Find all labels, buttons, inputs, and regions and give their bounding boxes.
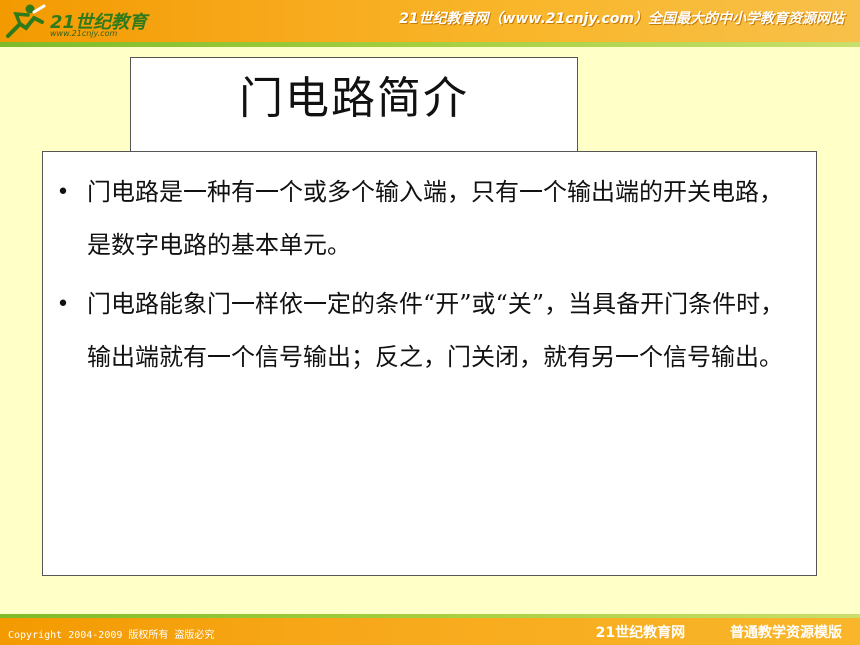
- copyright-text: Copyright 2004-2009 版权所有 盗版必究: [8, 630, 215, 641]
- bullet-list: • 门电路是一种有一个或多个输入端，只有一个输出端的开关电路，是数字电路的基本单…: [43, 166, 816, 390]
- title-box: 门电路简介: [130, 57, 578, 153]
- bullet-dot-icon: •: [56, 292, 70, 317]
- footer-template-name: 普通教学资源模版: [730, 625, 842, 641]
- running-figure-icon: [6, 4, 46, 38]
- bullet-dot-icon: •: [56, 180, 70, 205]
- list-item: • 门电路能象门一样依一定的条件“开”或“关”，当具备开门条件时，输出端就有一个…: [43, 278, 816, 384]
- header-stripe: [0, 42, 860, 47]
- footer-bar: Copyright 2004-2009 版权所有 盗版必究 21世纪教育网 普通…: [0, 618, 860, 645]
- header-bar: 21世纪教育 www.21cnjy.com 21世纪教育网（www.21cnjy…: [0, 0, 860, 42]
- list-item: • 门电路是一种有一个或多个输入端，只有一个输出端的开关电路，是数字电路的基本单…: [43, 166, 816, 272]
- content-box: • 门电路是一种有一个或多个输入端，只有一个输出端的开关电路，是数字电路的基本单…: [42, 151, 817, 576]
- site-logo[interactable]: 21世纪教育 www.21cnjy.com: [4, 2, 147, 42]
- header-slogan: 21世纪教育网（www.21cnjy.com）全国最大的中小学教育资源网站: [399, 11, 844, 27]
- logo-url: www.21cnjy.com: [50, 29, 118, 38]
- footer-site-name[interactable]: 21世纪教育网: [596, 625, 685, 641]
- slide-title: 门电路简介: [239, 73, 469, 124]
- bullet-text: 门电路能象门一样依一定的条件“开”或“关”，当具备开门条件时，输出端就有一个信号…: [87, 290, 785, 371]
- bullet-text: 门电路是一种有一个或多个输入端，只有一个输出端的开关电路，是数字电路的基本单元。: [87, 178, 783, 259]
- footer-links: 21世纪教育网 普通教学资源模版: [596, 622, 842, 642]
